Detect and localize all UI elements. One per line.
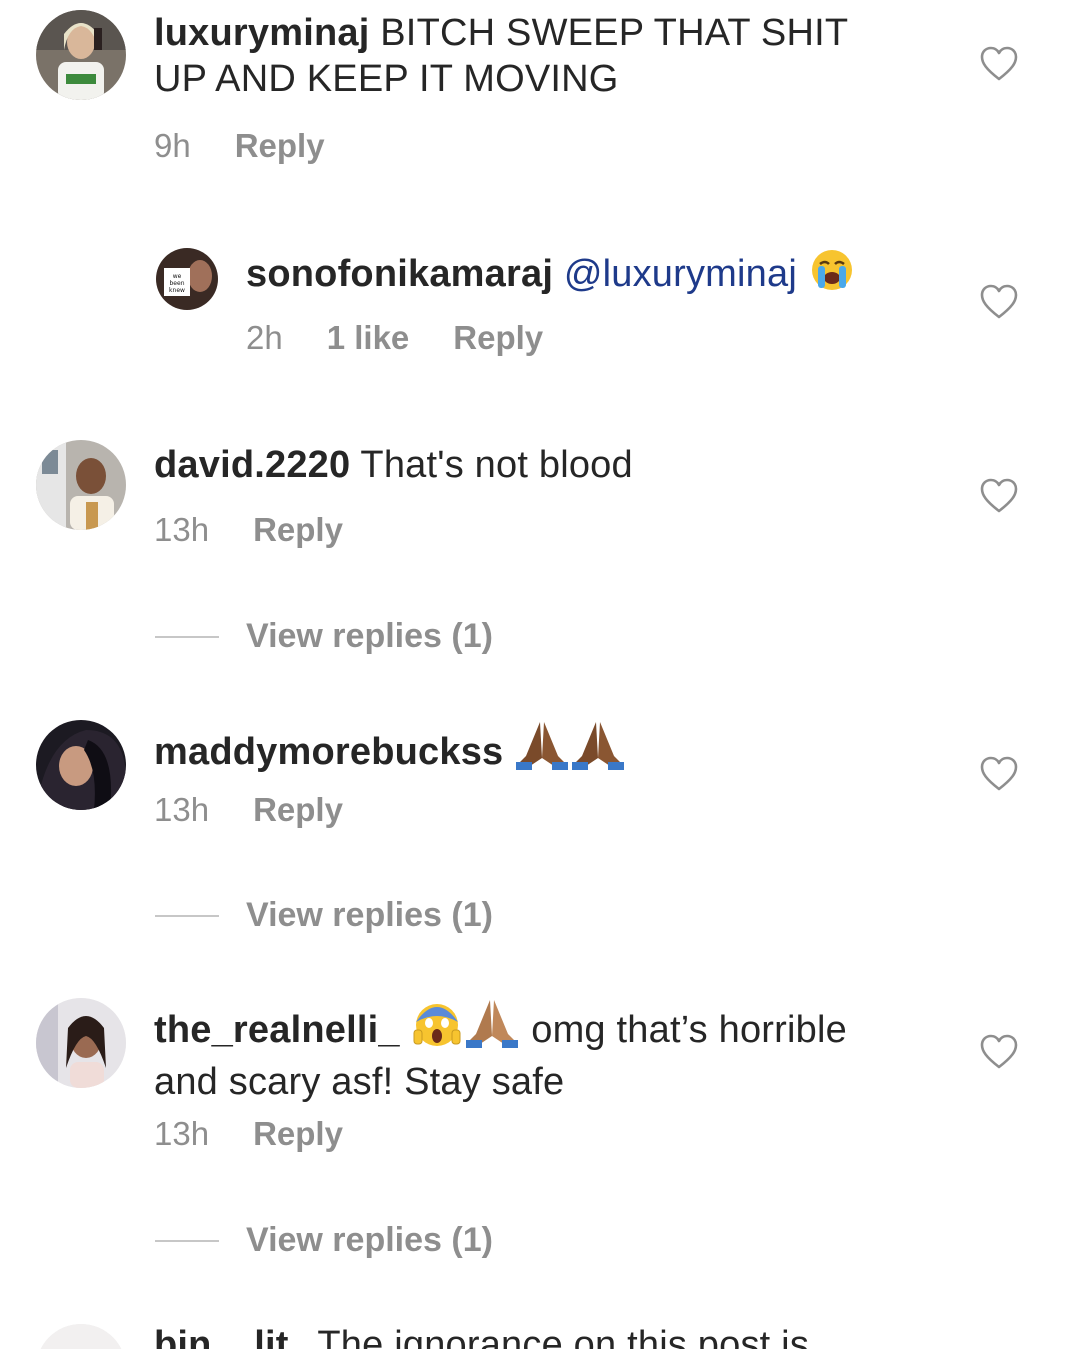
like-heart-icon[interactable] [980, 756, 1018, 792]
timestamp: 13h [154, 1115, 210, 1152]
screaming-face-icon [412, 998, 462, 1059]
like-heart-icon[interactable] [980, 478, 1018, 514]
comment-body-line2: and scary asf! Stay safe [154, 1061, 565, 1103]
reply-button[interactable]: Reply [253, 791, 343, 828]
view-replies-divider [155, 636, 219, 638]
comment-david-2220: david.2220 That's not blood 13h Reply Vie… [0, 430, 1080, 670]
username[interactable]: maddymorebuckss [154, 731, 503, 773]
svg-text:we: we [173, 273, 182, 280]
comment-text: the_realnelli_ omg that’s horrible and s… [154, 998, 954, 1105]
comment-body-line2: UP AND KEEP IT MOVING [154, 58, 619, 100]
username[interactable]: luxuryminaj [154, 12, 370, 54]
reply-button[interactable]: Reply [453, 319, 543, 356]
comment-text: bin__lit The ignorance on this post is [154, 1322, 954, 1349]
username[interactable]: sonofonikamaraj [246, 253, 553, 295]
view-replies-divider [155, 915, 219, 917]
reply-button[interactable]: Reply [253, 1115, 343, 1152]
folded-hands-icon [466, 998, 519, 1059]
comment-text: luxuryminaj BITCH SWEEP THAT SHIT UP AND… [154, 10, 934, 102]
svg-text:been: been [170, 280, 185, 287]
reply-button[interactable]: Reply [253, 511, 343, 548]
comment-luxuryminaj: luxuryminaj BITCH SWEEP THAT SHIT UP AND… [0, 0, 1080, 200]
folded-hands-icon [516, 720, 569, 781]
mention-link[interactable]: @luxuryminaj [564, 253, 797, 295]
comment-meta: 13h Reply [154, 510, 387, 550]
avatar[interactable]: we been knew [156, 248, 218, 310]
comment-body: BITCH SWEEP THAT SHIT [380, 12, 849, 54]
comment-meta: 13h Reply [154, 1114, 387, 1154]
avatar[interactable] [36, 998, 126, 1088]
loudly-crying-face-icon [810, 248, 854, 303]
likes-count[interactable]: 1 like [327, 319, 410, 356]
timestamp: 9h [154, 127, 191, 164]
reply-button[interactable]: Reply [235, 127, 325, 164]
view-replies-label[interactable]: View replies (1) [246, 616, 493, 656]
comment-meta: 13h Reply [154, 790, 387, 830]
avatar[interactable] [36, 1324, 126, 1349]
svg-text:knew: knew [169, 287, 185, 294]
username[interactable]: the_realnelli_ [154, 1009, 400, 1051]
timestamp: 13h [154, 511, 210, 548]
timestamp: 2h [246, 319, 283, 356]
comment-the-realnelli: the_realnelli_ omg that’s horrible and s… [0, 990, 1080, 1270]
avatar[interactable] [36, 720, 126, 810]
folded-hands-icon [572, 720, 625, 781]
comment-meta: 2h 1 like Reply [246, 318, 587, 358]
avatar[interactable] [36, 10, 126, 100]
username[interactable]: david.2220 [154, 444, 350, 486]
timestamp: 13h [154, 791, 210, 828]
like-heart-icon[interactable] [980, 284, 1018, 320]
comment-bin-lit: bin__lit The ignorance on this post is [0, 1318, 1080, 1349]
comment-maddymorebuckss: maddymorebuckss 13h Reply View replies (1… [0, 710, 1080, 950]
comment-body: omg that’s horrible [531, 1009, 847, 1051]
reply-sonofonikamaraj: we been knew sonofonikamaraj @luxurymina… [0, 240, 1080, 380]
username[interactable]: bin__lit [154, 1324, 289, 1349]
comment-body: The ignorance on this post is [317, 1324, 810, 1349]
comment-meta: 9h Reply [154, 126, 369, 166]
view-replies-divider [155, 1240, 219, 1242]
like-heart-icon[interactable] [980, 46, 1018, 82]
view-replies-label[interactable]: View replies (1) [246, 1220, 493, 1260]
view-replies-label[interactable]: View replies (1) [246, 895, 493, 935]
comment-text: maddymorebuckss [154, 720, 934, 781]
comment-text: david.2220 That's not blood [154, 442, 934, 488]
avatar[interactable] [36, 440, 126, 530]
like-heart-icon[interactable] [980, 1034, 1018, 1070]
comment-body: That's not blood [360, 444, 633, 486]
comment-text: sonofonikamaraj @luxuryminaj [246, 248, 946, 303]
